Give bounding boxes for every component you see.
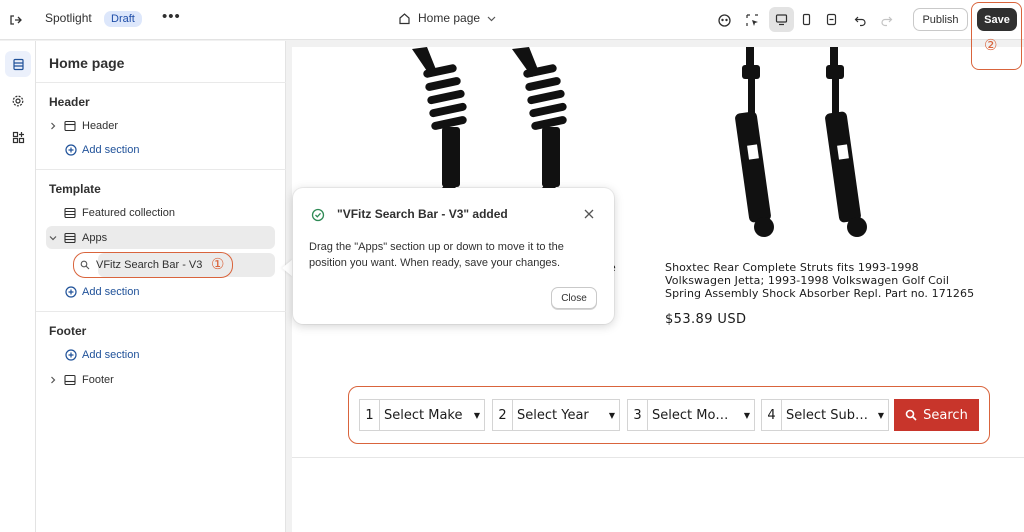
header-section-icon xyxy=(63,120,77,132)
sidebar-item-label: Apps xyxy=(82,231,108,244)
sections-icon[interactable] xyxy=(5,51,31,77)
caret-down-icon: ▼ xyxy=(877,410,885,420)
group-header-title: Header xyxy=(49,95,90,109)
caret-down-icon: ▼ xyxy=(473,410,481,420)
popover-arrow xyxy=(282,259,293,277)
settings-gear-icon[interactable] xyxy=(5,88,31,114)
sidebar-item-label: Footer xyxy=(82,373,114,386)
status-badge: Draft xyxy=(104,11,142,27)
undo-icon[interactable] xyxy=(850,10,870,30)
caret-down-icon: ▼ xyxy=(608,410,616,420)
sidebar-item-featured-collection[interactable]: Featured collection xyxy=(46,201,275,224)
top-bar: Spotlight Draft ••• Home page Publish Sa… xyxy=(0,0,1024,40)
group-template-title: Template xyxy=(49,182,101,196)
product-price: $53.89 USD xyxy=(665,312,747,327)
search-icon xyxy=(905,409,917,421)
page-selector-label: Home page xyxy=(418,11,481,25)
divider xyxy=(36,311,286,312)
product-title[interactable]: Shoxtec Rear Complete Struts fits 1993-1… xyxy=(665,261,985,301)
popover-close-button[interactable]: Close xyxy=(551,287,597,309)
caret-down-icon: ▼ xyxy=(743,410,751,420)
sidebar-item-header[interactable]: Header xyxy=(46,114,275,137)
chevron-right-icon[interactable] xyxy=(46,376,59,384)
dropdown-label: Select Sub… xyxy=(786,407,868,423)
section-added-popover: "VFitz Search Bar - V3" added Drag the "… xyxy=(293,188,614,324)
divider xyxy=(36,82,286,83)
sidebar-item-footer[interactable]: Footer xyxy=(46,368,275,391)
select-make-dropdown[interactable]: 1 Select Make ▼ xyxy=(359,399,485,431)
divider xyxy=(36,169,286,170)
add-section-label: Add section xyxy=(82,144,140,156)
fullscreen-view-icon[interactable] xyxy=(819,7,844,32)
select-model-dropdown[interactable]: 3 Select Mo… ▼ xyxy=(627,399,755,431)
step-number: 1 xyxy=(360,400,380,430)
mobile-view-icon[interactable] xyxy=(794,7,819,32)
select-year-dropdown[interactable]: 2 Select Year ▼ xyxy=(492,399,620,431)
add-section-footer-link[interactable]: Add section xyxy=(65,346,139,364)
sidebar-subitem-vfitz[interactable]: VFitz Search Bar - V3 xyxy=(73,252,233,278)
step-number: 3 xyxy=(628,400,648,430)
popover-message: Drag the "Apps" section up or down to mo… xyxy=(309,241,564,269)
close-icon[interactable] xyxy=(581,206,597,222)
add-section-header-link[interactable]: Add section xyxy=(65,141,139,159)
add-section-template-link[interactable]: Add section xyxy=(65,283,139,301)
sidebar-item-label: Featured collection xyxy=(82,206,175,219)
apps-icon[interactable] xyxy=(5,124,31,150)
plus-circle-icon xyxy=(65,286,77,298)
step-number: 4 xyxy=(762,400,782,430)
sections-sidebar: Home page Header Header Add section Temp… xyxy=(36,41,286,532)
select-submodel-dropdown[interactable]: 4 Select Sub… ▼ xyxy=(761,399,889,431)
desktop-view-icon[interactable] xyxy=(769,7,794,32)
dropdown-label: Select Year xyxy=(517,407,589,423)
popover-title: "VFitz Search Bar - V3" added xyxy=(337,207,508,221)
chevron-down-icon xyxy=(487,16,496,21)
plus-circle-icon xyxy=(65,349,77,361)
search-icon xyxy=(80,260,90,270)
page-selector[interactable]: Home page xyxy=(398,11,496,25)
exit-icon[interactable] xyxy=(6,10,26,30)
chevron-down-icon[interactable] xyxy=(46,234,59,242)
section-icon xyxy=(63,207,77,219)
left-rail xyxy=(0,41,36,532)
sidebar-item-label: Header xyxy=(82,119,119,132)
vfitz-search-bar: 1 Select Make ▼ 2 Select Year ▼ 3 Select… xyxy=(348,386,990,444)
redo-icon[interactable] xyxy=(876,10,896,30)
dropdown-label: Select Mo… xyxy=(652,407,729,423)
step-number: 2 xyxy=(493,400,513,430)
search-button[interactable]: Search xyxy=(894,399,979,431)
home-icon xyxy=(399,12,410,24)
add-section-label: Add section xyxy=(82,349,140,361)
dropdown-label: Select Make xyxy=(384,407,463,423)
add-section-label: Add section xyxy=(82,286,140,298)
publish-button[interactable]: Publish xyxy=(913,8,968,31)
callout-1: ① xyxy=(211,256,225,273)
callout-2: ② xyxy=(984,37,998,54)
section-divider xyxy=(292,457,1024,458)
plus-circle-icon xyxy=(65,144,77,156)
sidebar-item-apps[interactable]: Apps xyxy=(46,226,275,249)
chevron-right-icon[interactable] xyxy=(46,122,59,130)
footer-section-icon xyxy=(63,374,77,386)
theme-name: Spotlight xyxy=(45,11,92,25)
inspector-icon[interactable] xyxy=(742,10,762,30)
viewport-toggle-group xyxy=(769,7,844,32)
check-circle-icon xyxy=(311,208,325,225)
section-icon xyxy=(63,232,77,244)
product-image-right[interactable] xyxy=(732,47,932,247)
sidebar-subitem-label: VFitz Search Bar - V3 xyxy=(96,259,203,271)
group-footer-title: Footer xyxy=(49,324,87,338)
preview-eye-icon[interactable] xyxy=(714,10,734,30)
more-actions-button[interactable]: ••• xyxy=(162,8,181,25)
search-button-label: Search xyxy=(923,407,968,423)
sidebar-title: Home page xyxy=(49,55,125,71)
